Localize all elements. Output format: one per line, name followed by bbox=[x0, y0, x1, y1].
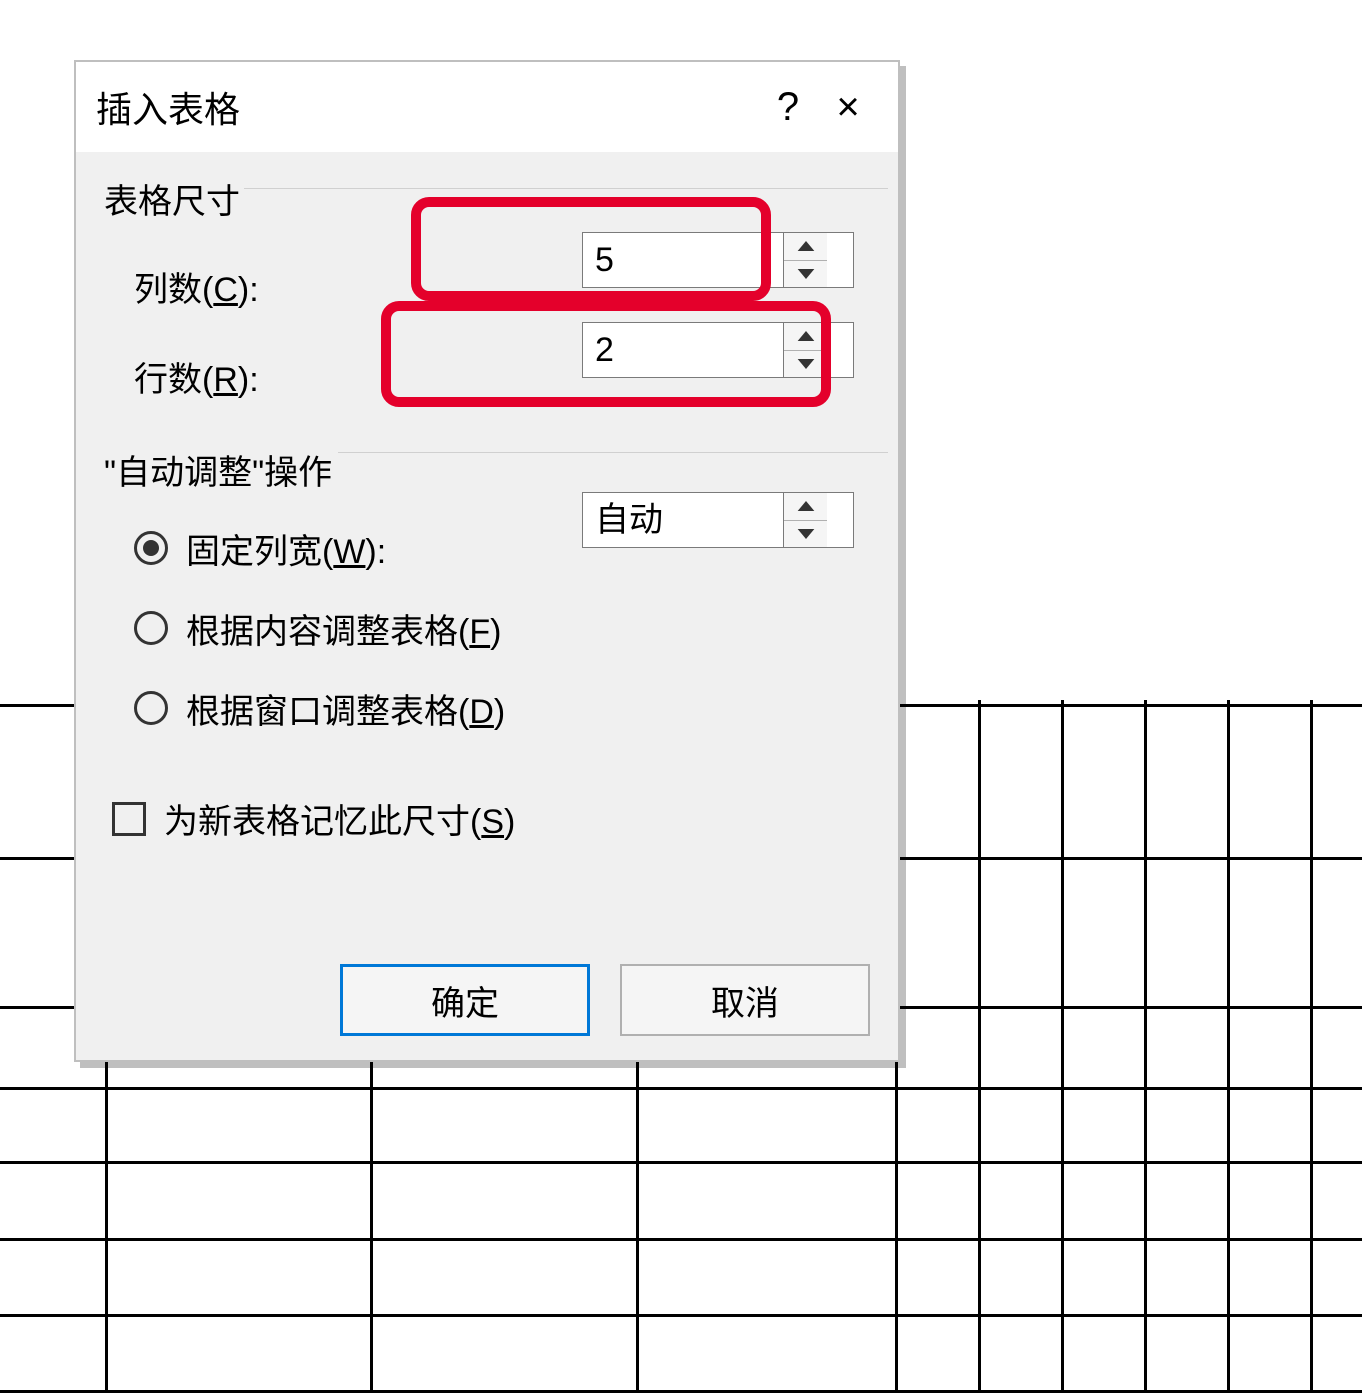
cancel-button[interactable]: 取消 bbox=[620, 964, 870, 1036]
ok-button[interactable]: 确定 bbox=[340, 964, 590, 1036]
rows-spinner[interactable]: 2 bbox=[582, 322, 854, 378]
columns-spinner[interactable]: 5 bbox=[582, 232, 854, 288]
spin-up-icon[interactable] bbox=[784, 233, 827, 261]
columns-value[interactable]: 5 bbox=[583, 233, 783, 287]
divider bbox=[244, 188, 888, 189]
fixed-width-spinner[interactable]: 自动 bbox=[582, 492, 854, 548]
columns-label: 列数(C): bbox=[104, 262, 404, 311]
dialog-title: 插入表格 bbox=[96, 81, 758, 133]
radio-fixed-width[interactable] bbox=[134, 531, 168, 565]
rows-value[interactable]: 2 bbox=[583, 323, 783, 377]
remember-checkbox-label: 为新表格记忆此尺寸(S) bbox=[164, 794, 515, 843]
spin-up-icon[interactable] bbox=[784, 323, 827, 351]
divider bbox=[338, 452, 888, 453]
insert-table-dialog: 插入表格 ? × 表格尺寸 列数(C): 行数(R): 5 bbox=[74, 60, 900, 1062]
spin-down-icon[interactable] bbox=[784, 261, 827, 288]
section-size-label: 表格尺寸 bbox=[104, 174, 870, 223]
radio-fit-window-label: 根据窗口调整表格(D) bbox=[186, 684, 505, 733]
radio-fit-content[interactable] bbox=[134, 611, 168, 645]
spin-down-icon[interactable] bbox=[784, 521, 827, 548]
remember-checkbox[interactable] bbox=[112, 802, 146, 836]
titlebar: 插入表格 ? × bbox=[76, 62, 898, 152]
rows-label: 行数(R): bbox=[104, 352, 404, 401]
radio-fit-window[interactable] bbox=[134, 691, 168, 725]
radio-fixed-width-label: 固定列宽(W): bbox=[186, 524, 386, 573]
spin-up-icon[interactable] bbox=[784, 493, 827, 521]
radio-fit-content-label: 根据内容调整表格(F) bbox=[186, 604, 501, 653]
help-icon[interactable]: ? bbox=[758, 85, 818, 130]
spin-down-icon[interactable] bbox=[784, 351, 827, 378]
fixed-width-value[interactable]: 自动 bbox=[583, 493, 783, 547]
close-icon[interactable]: × bbox=[818, 85, 878, 130]
